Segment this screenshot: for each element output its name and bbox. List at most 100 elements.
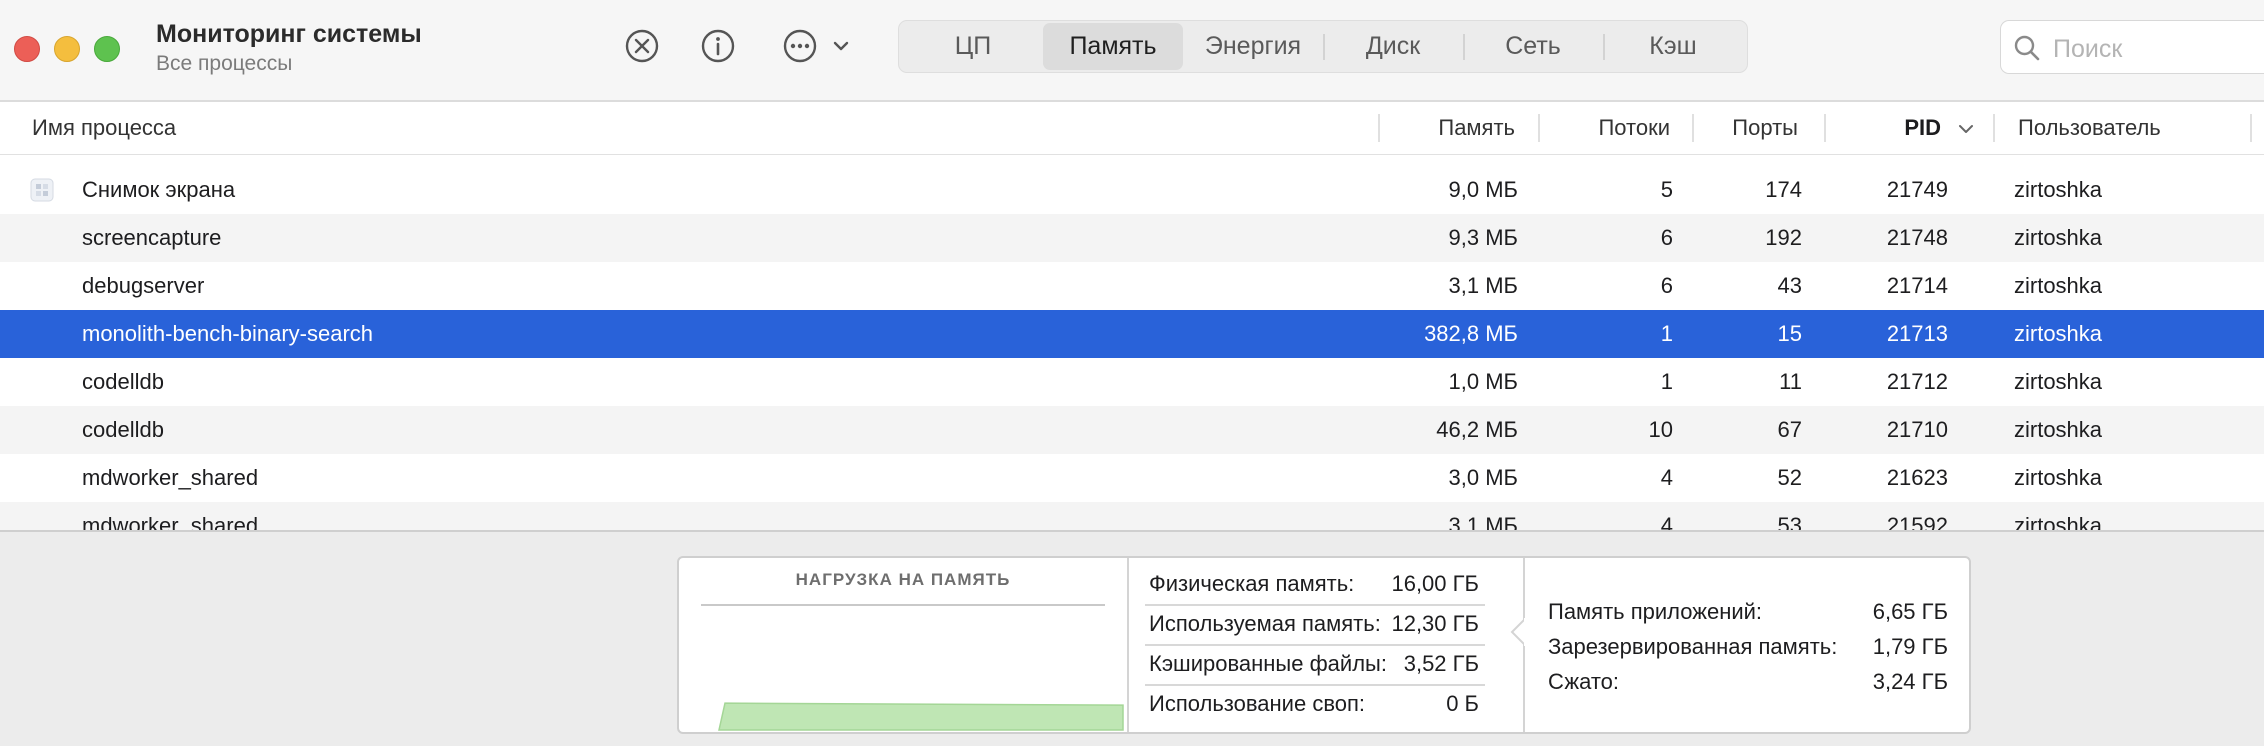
stat-label: Зарезервированная память: <box>1548 634 1838 659</box>
table-header: Имя процесса Память Потоки Порты PID Пол… <box>0 102 2264 155</box>
window-title: Мониторинг системы <box>156 20 422 48</box>
table-row[interactable]: debugserver 3,1 МБ 6 43 21714 zirtoshka <box>0 262 2264 310</box>
stat-swap-used: Использование своп: 0 Б <box>1149 685 1479 723</box>
tab-bar: ЦП Память Энергия Диск Сеть Кэш <box>898 20 1748 73</box>
process-name: monolith-bench-binary-search <box>82 321 374 346</box>
column-header-user[interactable]: Пользователь <box>2018 102 2161 154</box>
user-value: zirtoshka <box>2014 273 2103 298</box>
screenshot-app-icon <box>30 178 54 202</box>
process-name: mdworker_shared <box>82 513 259 530</box>
threads-value: 4 <box>1660 465 1673 490</box>
stat-wired-memory: Зарезервированная память: 1,79 ГБ <box>1548 628 1948 666</box>
memory-value: 382,8 МБ <box>1424 321 1518 346</box>
ports-value: 15 <box>1777 321 1802 346</box>
process-table: Снимок экрана 9,0 МБ 5 174 21749 zirtosh… <box>0 154 2264 530</box>
stat-label: Память приложений: <box>1548 599 1763 624</box>
tab-network[interactable]: Сеть <box>1463 23 1603 70</box>
table-row-selected[interactable]: monolith-bench-binary-search 382,8 МБ 1 … <box>0 310 2264 358</box>
more-actions-icon[interactable] <box>782 28 818 64</box>
user-value: zirtoshka <box>2014 177 2103 202</box>
user-value: zirtoshka <box>2014 465 2103 490</box>
stat-value: 12,30 ГБ <box>1391 611 1479 636</box>
stat-label: Используемая память: <box>1149 611 1381 636</box>
pid-value: 21748 <box>1886 225 1948 250</box>
table-row[interactable]: mdworker_shared 3,1 МБ 4 53 21592 zirtos… <box>0 502 2264 530</box>
process-name: codelldb <box>82 417 164 442</box>
table-row[interactable]: screencapture 9,3 МБ 6 192 21748 zirtosh… <box>0 214 2264 262</box>
ports-value: 53 <box>1777 513 1802 530</box>
ports-value: 43 <box>1777 273 1802 298</box>
ports-value: 11 <box>1779 369 1802 394</box>
process-name: codelldb <box>82 369 164 394</box>
stat-physical-memory: Физическая память: 16,00 ГБ <box>1149 565 1479 603</box>
tab-cache[interactable]: Кэш <box>1603 23 1743 70</box>
stat-value: 0 Б <box>1446 691 1479 716</box>
zoom-window-button[interactable] <box>94 36 120 62</box>
stop-process-icon[interactable] <box>624 28 660 64</box>
tab-disk[interactable]: Диск <box>1323 23 1463 70</box>
threads-value: 6 <box>1660 225 1673 250</box>
pid-value: 21712 <box>1886 369 1948 394</box>
chevron-down-icon[interactable] <box>832 38 850 54</box>
ports-value: 52 <box>1777 465 1802 490</box>
stat-label: Кэшированные файлы: <box>1149 651 1387 676</box>
callout-pointer-icon <box>1510 618 1527 646</box>
memory-value: 3,0 МБ <box>1448 465 1518 490</box>
stat-value: 6,65 ГБ <box>1872 599 1948 624</box>
column-header-ports[interactable]: Порты <box>1694 102 1798 154</box>
pid-value: 21710 <box>1886 417 1948 442</box>
pid-value: 21713 <box>1886 321 1948 346</box>
memory-value: 3,1 МБ <box>1448 273 1518 298</box>
ports-value: 67 <box>1777 417 1802 442</box>
sort-descending-icon[interactable] <box>1958 122 1974 136</box>
stat-app-memory: Память приложений: 6,65 ГБ <box>1548 593 1948 631</box>
memory-value: 9,3 МБ <box>1448 225 1518 250</box>
table-row[interactable]: codelldb 1,0 МБ 1 11 21712 zirtoshka <box>0 358 2264 406</box>
process-name: Снимок экрана <box>82 177 236 202</box>
stat-value: 1,79 ГБ <box>1872 634 1948 659</box>
threads-value: 5 <box>1660 177 1673 202</box>
column-header-threads[interactable]: Потоки <box>1540 102 1670 154</box>
table-row[interactable]: mdworker_shared 3,0 МБ 4 52 21623 zirtos… <box>0 454 2264 502</box>
tab-memory[interactable]: Память <box>1043 23 1183 70</box>
user-value: zirtoshka <box>2014 225 2103 250</box>
stat-compressed: Сжато: 3,24 ГБ <box>1548 663 1948 701</box>
threads-value: 6 <box>1660 273 1673 298</box>
stat-used-memory: Используемая память: 12,30 ГБ <box>1149 605 1479 643</box>
table-row[interactable]: codelldb 46,2 МБ 10 67 21710 zirtoshka <box>0 406 2264 454</box>
column-header-memory[interactable]: Память <box>1380 102 1515 154</box>
threads-value: 1 <box>1660 369 1673 394</box>
window-subtitle[interactable]: Все процессы <box>156 52 292 76</box>
stat-label: Использование своп: <box>1149 691 1366 716</box>
stat-value: 16,00 ГБ <box>1391 571 1479 596</box>
toolbar: Мониторинг системы Все процессы ЦП Памят… <box>0 0 2264 102</box>
stat-label: Физическая память: <box>1149 571 1355 596</box>
process-name: mdworker_shared <box>82 465 259 490</box>
column-divider[interactable] <box>2250 114 2252 142</box>
stat-value: 3,24 ГБ <box>1872 669 1948 694</box>
memory-value: 46,2 МБ <box>1436 417 1518 442</box>
memory-stats-box: НАГРУЗКА НА ПАМЯТЬ Физическая память: 16… <box>677 556 1971 734</box>
close-window-button[interactable] <box>14 36 40 62</box>
tab-cpu[interactable]: ЦП <box>903 23 1043 70</box>
column-divider[interactable] <box>1993 114 1995 142</box>
column-header-pid[interactable]: PID <box>1826 102 1941 154</box>
ports-value: 174 <box>1765 177 1802 202</box>
stat-cached-files: Кэшированные файлы: 3,52 ГБ <box>1149 645 1479 683</box>
tab-energy[interactable]: Энергия <box>1183 23 1323 70</box>
panel-divider <box>1127 558 1129 732</box>
memory-value: 1,0 МБ <box>1448 369 1518 394</box>
ports-value: 192 <box>1765 225 1802 250</box>
search-input[interactable]: Поиск <box>2000 20 2264 74</box>
search-icon <box>2014 35 2040 61</box>
process-name: screencapture <box>82 225 222 250</box>
table-row[interactable]: Снимок экрана 9,0 МБ 5 174 21749 zirtosh… <box>0 166 2264 214</box>
process-name: debugserver <box>82 273 205 298</box>
column-header-name[interactable]: Имя процесса <box>32 102 176 154</box>
threads-value: 1 <box>1660 321 1673 346</box>
user-value: zirtoshka <box>2014 513 2103 530</box>
info-icon[interactable] <box>700 28 736 64</box>
minimize-window-button[interactable] <box>54 36 80 62</box>
search-placeholder: Поиск <box>2053 35 2123 63</box>
memory-value: 3,1 МБ <box>1448 513 1518 530</box>
